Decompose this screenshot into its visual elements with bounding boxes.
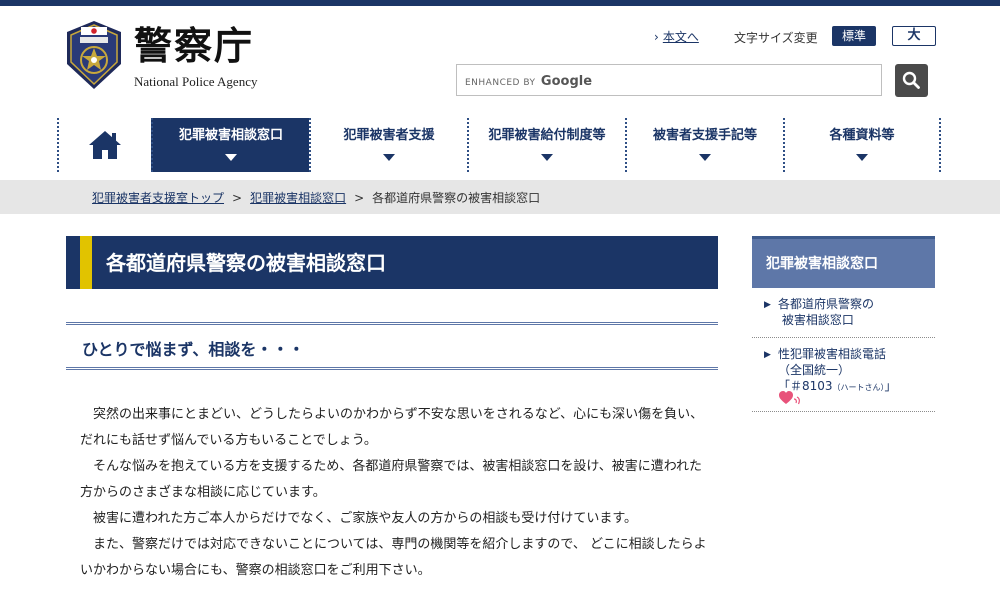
- police-emblem-icon: [67, 21, 121, 89]
- body-paragraph: 突然の出来事にとまどい、どうしたらよいのかわからず不安な思いをされるなど、心にも…: [80, 407, 704, 448]
- sidebar-link-label: 性犯罪被害相談電話 （全国統一） 「＃8103（ハートさん）」: [778, 346, 897, 396]
- chevron-right-icon: ›: [654, 30, 659, 44]
- breadcrumb-link-top[interactable]: 犯罪被害者支援室トップ: [92, 191, 224, 205]
- global-nav: 犯罪被害相談窓口 犯罪被害者支援 犯罪被害給付制度等 被害者支援手記等 各種資料…: [57, 118, 941, 172]
- section-heading-box: ひとりで悩まず、相談を・・・: [66, 322, 718, 370]
- hotline-close-bracket: 」: [884, 379, 897, 393]
- search-icon: [902, 71, 920, 89]
- sidebar-link-line: （全国統一）: [778, 363, 851, 377]
- breadcrumb-separator: >: [232, 191, 243, 205]
- sidebar-link-line: 各都道府県警察の: [778, 297, 875, 311]
- breadcrumb: 犯罪被害者支援室トップ > 犯罪被害相談窓口 > 各都道府県警察の被害相談窓口: [0, 180, 1000, 214]
- breadcrumb-separator: >: [354, 191, 365, 205]
- nav-item-benefit-system[interactable]: 犯罪被害給付制度等: [467, 118, 625, 172]
- home-icon: [89, 131, 121, 159]
- breadcrumb-current: 各都道府県警察の被害相談窓口: [372, 191, 541, 205]
- body-paragraph: また、警察だけでは対応できないことについては、専門の機関等を紹介しますので、 ど…: [80, 537, 707, 578]
- logo-title: 警察庁: [134, 23, 255, 68]
- sidebar-heading: 犯罪被害相談窓口: [766, 256, 878, 272]
- top-accent-bar: [0, 0, 1000, 6]
- nav-item-label: 各種資料等: [829, 128, 895, 143]
- nav-item-victim-support[interactable]: 犯罪被害者支援: [309, 118, 467, 172]
- chevron-down-icon: [699, 154, 711, 161]
- nav-item-label: 犯罪被害相談窓口: [178, 128, 283, 143]
- body-paragraph: そんな悩みを抱えている方を支援するため、各都道府県警察では、被害相談窓口を設け、…: [80, 459, 703, 500]
- font-size-large-button[interactable]: 大: [892, 26, 936, 46]
- sidebar-link-police-consultation[interactable]: ▶ 各都道府県警察の 被害相談窓口: [752, 296, 935, 338]
- search-placeholder-prefix: ENHANCED BY: [465, 78, 536, 88]
- nav-item-label: 犯罪被害給付制度等: [488, 128, 606, 143]
- nav-item-consultation[interactable]: 犯罪被害相談窓口: [151, 118, 309, 172]
- nav-item-memoirs[interactable]: 被害者支援手記等: [625, 118, 783, 172]
- skip-link-label: 本文へ: [662, 30, 699, 44]
- sidebar-link-label: 各都道府県警察の 被害相談窓口: [778, 296, 874, 328]
- chevron-down-icon: [856, 154, 868, 161]
- search-button[interactable]: [895, 64, 928, 97]
- search-placeholder-brand: Google: [540, 74, 593, 89]
- nav-home[interactable]: [57, 118, 151, 172]
- page-title: 各都道府県警察の被害相談窓口: [106, 251, 386, 275]
- search-placeholder: ENHANCED BY Google: [465, 74, 592, 89]
- sidebar-link-line: 性犯罪被害相談電話: [778, 347, 887, 361]
- title-accent: [66, 236, 92, 289]
- breadcrumb-link-consultation[interactable]: 犯罪被害相談窓口: [250, 191, 346, 205]
- site-logo[interactable]: 警察庁 National Police Agency: [62, 20, 262, 92]
- sidebar-link-line: 被害相談窓口: [781, 313, 854, 327]
- section-heading: ひとりで悩まず、相談を・・・: [82, 340, 305, 359]
- page-title-bar: 各都道府県警察の被害相談窓口: [66, 236, 718, 289]
- font-size-normal-button[interactable]: 標準: [832, 26, 876, 46]
- search-input[interactable]: ENHANCED BY Google: [456, 64, 882, 96]
- chevron-down-icon: [541, 154, 553, 161]
- triangle-right-icon: ▶: [764, 350, 771, 360]
- nav-item-materials[interactable]: 各種資料等: [783, 118, 941, 172]
- chevron-down-icon: [383, 154, 395, 161]
- logo-subtitle: National Police Agency: [134, 74, 258, 89]
- heart-icon: [779, 391, 800, 405]
- body-paragraph: 被害に遭われた方ご本人からだけでなく、ご家族や友人の方からの相談も受け付けていま…: [93, 511, 638, 526]
- main-body-text: 突然の出来事にとまどい、どうしたらよいのかわからず不安な思いをされるなど、心にも…: [80, 402, 710, 584]
- hotline-reading: （ハートさん）: [832, 383, 885, 392]
- chevron-down-icon: [225, 154, 237, 161]
- skip-to-content-link[interactable]: › 本文へ: [654, 28, 699, 45]
- sidebar-heading-box: 犯罪被害相談窓口: [752, 236, 935, 288]
- nav-item-label: 被害者支援手記等: [652, 128, 757, 143]
- triangle-right-icon: ▶: [764, 300, 771, 310]
- font-size-label: 文字サイズ変更: [734, 31, 818, 45]
- nav-item-label: 犯罪被害者支援: [343, 128, 435, 143]
- utility-bar: › 本文へ 文字サイズ変更 標準 大: [654, 26, 936, 48]
